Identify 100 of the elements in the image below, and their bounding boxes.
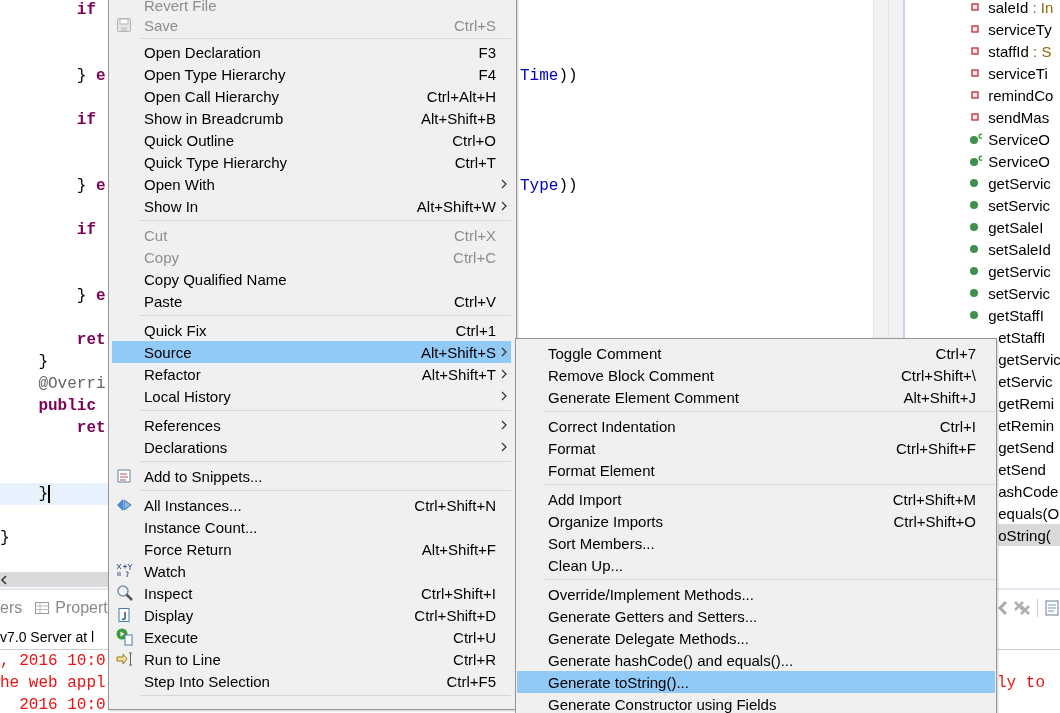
shortcut-label: Alt+Shift+W bbox=[416, 197, 496, 215]
save-icon bbox=[116, 17, 132, 33]
shortcut-label: Ctrl+Shift+\ bbox=[900, 366, 976, 384]
outline-item[interactable]: getRemi bbox=[998, 392, 1060, 414]
menu-item[interactable]: Instance Count... bbox=[112, 516, 511, 538]
outline-item[interactable]: serviceTy bbox=[905, 18, 1060, 40]
menu-item[interactable]: Watch bbox=[112, 560, 511, 582]
menu-item[interactable]: Generate Delegate Methods... bbox=[517, 627, 995, 649]
menu-item[interactable]: Quick Type Hierarchy Ctrl+T bbox=[112, 151, 511, 173]
menu-item[interactable]: Generate Constructor using Fields bbox=[517, 693, 995, 713]
menu-item[interactable]: Sort Members... bbox=[517, 532, 995, 554]
menu-item[interactable]: Source Alt+Shift+S bbox=[112, 341, 511, 363]
outline-item[interactable]: etStaffI bbox=[998, 326, 1060, 348]
chevron-icon bbox=[500, 369, 507, 379]
menu-item[interactable]: Copy Qualified Name bbox=[112, 268, 511, 290]
view-tab[interactable]: ers bbox=[0, 598, 23, 617]
menu-item[interactable]: Inspect Ctrl+Shift+I bbox=[112, 582, 511, 604]
outline-item[interactable]: saleId : In bbox=[905, 0, 1060, 18]
menu-item[interactable]: Generate hashCode() and equals()... bbox=[517, 649, 995, 671]
menu-item[interactable]: Format Ctrl+Shift+F bbox=[517, 437, 995, 459]
outline-item[interactable]: ServiceO bbox=[905, 150, 1060, 172]
menu-item[interactable]: References bbox=[112, 414, 511, 436]
menu-item[interactable]: Add to Snippets... bbox=[112, 465, 511, 487]
menu-item[interactable]: Remove Block Comment Ctrl+Shift+\ bbox=[517, 364, 995, 386]
menu-item[interactable]: Show in Breadcrumb Alt+Shift+B bbox=[112, 107, 511, 129]
outline-item[interactable]: etSend bbox=[998, 458, 1060, 480]
outline-item[interactable]: serviceTi bbox=[905, 62, 1060, 84]
code-line: ret bbox=[75, 419, 106, 437]
outline-item[interactable]: getServic bbox=[905, 172, 1060, 194]
code-line: if bbox=[75, 1, 96, 19]
table-icon bbox=[34, 599, 51, 616]
shortcut-label: Ctrl+X bbox=[453, 226, 496, 244]
constructor-icon bbox=[969, 133, 984, 145]
remove-all-icon[interactable] bbox=[1013, 598, 1031, 617]
menu-item[interactable]: Add Import Ctrl+Shift+M bbox=[517, 488, 995, 510]
menu-item[interactable]: Execute Ctrl+U bbox=[112, 626, 511, 648]
outline-item[interactable]: sendMas bbox=[905, 106, 1060, 128]
menu-item[interactable]: Run to Line Ctrl+R bbox=[112, 648, 511, 670]
menu-item[interactable]: Open Type Hierarchy F4 bbox=[112, 63, 511, 85]
code-line: ret bbox=[75, 331, 106, 349]
outline-item[interactable]: etServic bbox=[998, 370, 1060, 392]
code-line: } e bbox=[75, 177, 106, 195]
menu-item[interactable]: Show In Alt+Shift+W bbox=[112, 195, 511, 217]
outline-item[interactable]: getServic bbox=[998, 348, 1060, 370]
menu-item[interactable]: Open Declaration F3 bbox=[112, 41, 511, 63]
outline-item[interactable]: setServic bbox=[905, 282, 1060, 304]
menu-item[interactable]: Toggle Comment Ctrl+7 bbox=[517, 342, 995, 364]
menu-item[interactable]: Refactor Alt+Shift+T bbox=[112, 363, 511, 385]
code-text: Time)) bbox=[520, 67, 578, 85]
code-line: } bbox=[0, 485, 50, 503]
menu-item[interactable]: Format Element bbox=[517, 459, 995, 481]
menu-item[interactable]: Generate Getters and Setters... bbox=[517, 605, 995, 627]
menu-item[interactable]: Declarations bbox=[112, 436, 511, 458]
menu-item[interactable]: Organize Imports Ctrl+Shift+O bbox=[517, 510, 995, 532]
menu-item[interactable]: Local History bbox=[112, 385, 511, 407]
menu-item[interactable]: Generate Element Comment Alt+Shift+J bbox=[517, 386, 995, 408]
code-line: } bbox=[37, 353, 48, 371]
shortcut-label: Alt+Shift+J bbox=[903, 388, 976, 406]
menu-item[interactable]: Override/Implement Methods... bbox=[517, 583, 995, 605]
menu-item[interactable]: Open With bbox=[112, 173, 511, 195]
shortcut-label: Ctrl+1 bbox=[455, 321, 496, 339]
shortcut-label: Alt+Shift+T bbox=[421, 365, 496, 383]
menu-item[interactable]: Quick Fix Ctrl+1 bbox=[112, 319, 511, 341]
outline-item[interactable]: equals(O bbox=[998, 502, 1060, 524]
execute-icon bbox=[116, 628, 134, 646]
code-text: Type)) bbox=[520, 177, 578, 195]
menu-item[interactable]: Correct Indentation Ctrl+I bbox=[517, 415, 995, 437]
instances-icon bbox=[116, 497, 132, 513]
outline-item[interactable]: ServiceO bbox=[905, 128, 1060, 150]
outline-item[interactable]: getSend bbox=[998, 436, 1060, 458]
menu-item[interactable]: All Instances... Ctrl+Shift+N bbox=[112, 494, 511, 516]
menu-item[interactable]: Generate toString()... bbox=[517, 671, 995, 693]
code-line: if bbox=[75, 111, 96, 129]
server-label: v7.0 Server at l bbox=[0, 629, 95, 645]
chevron-icon bbox=[500, 442, 507, 452]
menu-item[interactable]: Display Ctrl+Shift+D bbox=[112, 604, 511, 626]
outline-item[interactable]: getSaleI bbox=[905, 216, 1060, 238]
outline-item[interactable]: oString( bbox=[998, 524, 1060, 546]
code-line: public bbox=[37, 397, 96, 415]
outline-item[interactable]: getServic bbox=[905, 260, 1060, 282]
outline-item[interactable]: etRemin bbox=[998, 414, 1060, 436]
outline-item[interactable]: setServic bbox=[905, 194, 1060, 216]
menu-item[interactable]: Step Into Selection Ctrl+F5 bbox=[112, 670, 511, 692]
menu-item[interactable]: Paste Ctrl+V bbox=[112, 290, 511, 312]
menu-item[interactable]: Open Call Hierarchy Ctrl+Alt+H bbox=[112, 85, 511, 107]
document-icon[interactable] bbox=[1044, 598, 1060, 617]
shortcut-label: Ctrl+O bbox=[452, 131, 496, 149]
scroll-left-icon[interactable] bbox=[0, 574, 8, 585]
chevron-icon bbox=[500, 179, 507, 189]
outline-item[interactable]: remindCo bbox=[905, 84, 1060, 106]
chevron-icon bbox=[500, 391, 507, 401]
menu-item[interactable]: Force Return Alt+Shift+F bbox=[112, 538, 511, 560]
shortcut-label: F4 bbox=[478, 65, 496, 83]
shortcut-label: Ctrl+Shift+F bbox=[895, 439, 976, 457]
outline-item[interactable]: ashCode bbox=[998, 480, 1060, 502]
outline-item[interactable]: getStaffI bbox=[905, 304, 1060, 326]
outline-item[interactable]: setSaleId bbox=[905, 238, 1060, 260]
menu-item[interactable]: Quick Outline Ctrl+O bbox=[112, 129, 511, 151]
menu-item[interactable]: Clean Up... bbox=[517, 554, 995, 576]
outline-item[interactable]: staffId : S bbox=[905, 40, 1060, 62]
